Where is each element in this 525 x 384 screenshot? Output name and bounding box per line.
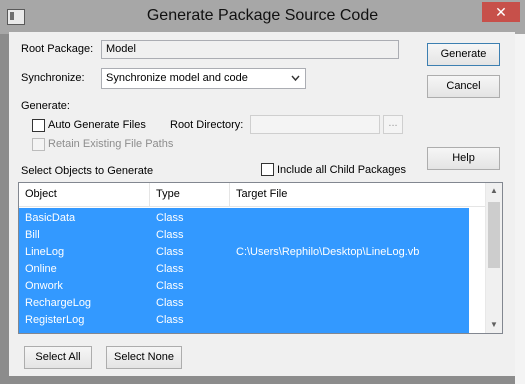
- root-package-label: Root Package:: [21, 43, 94, 55]
- auto-generate-label: Auto Generate Files: [48, 119, 146, 131]
- include-child-packages-checkbox[interactable]: [261, 163, 274, 176]
- type-cell: Class: [156, 263, 184, 275]
- object-cell: RechargeLog: [25, 297, 92, 309]
- synchronize-value: Synchronize model and code: [106, 72, 248, 84]
- column-header-target-file[interactable]: Target File: [230, 183, 486, 206]
- object-cell: Onwork: [25, 280, 63, 292]
- type-cell: Class: [156, 212, 184, 224]
- table-row[interactable]: LineLog Class C:\Users\Rephilo\Desktop\L…: [19, 244, 469, 261]
- type-cell: Class: [156, 280, 184, 292]
- synchronize-label: Synchronize:: [21, 72, 85, 84]
- table-row[interactable]: RechargeLog Class: [19, 295, 469, 312]
- object-cell: Bill: [25, 229, 40, 241]
- include-child-packages-label: Include all Child Packages: [277, 164, 407, 176]
- select-none-button[interactable]: Select None: [106, 346, 182, 369]
- table-row[interactable]: RegisterLog Class: [19, 312, 469, 329]
- root-directory-label: Root Directory:: [170, 119, 244, 131]
- close-button[interactable]: ✕: [482, 2, 520, 22]
- title-bar[interactable]: Generate Package Source Code ✕: [0, 0, 525, 34]
- chevron-down-icon[interactable]: [291, 73, 300, 85]
- target-cell: C:\Users\Rephilo\Desktop\LineLog.vb: [236, 246, 420, 258]
- select-all-button[interactable]: Select All: [24, 346, 92, 369]
- synchronize-select[interactable]: Synchronize model and code: [101, 68, 306, 89]
- generate-package-dialog: Generate Package Source Code ✕ Root Pack…: [0, 0, 525, 384]
- auto-generate-checkbox[interactable]: [32, 119, 45, 132]
- list-header: Object Type Target File: [19, 183, 486, 207]
- list-scrollbar[interactable]: ▲ ▼: [485, 183, 502, 333]
- generate-button[interactable]: Generate: [427, 43, 500, 66]
- table-row[interactable]: Onwork Class: [19, 278, 469, 295]
- scroll-up-icon[interactable]: ▲: [486, 183, 502, 199]
- object-cell: BasicData: [25, 212, 76, 224]
- background-window-edge: [515, 34, 525, 384]
- column-header-type[interactable]: Type: [150, 183, 230, 206]
- root-directory-input[interactable]: [250, 115, 380, 134]
- table-row[interactable]: Bill Class: [19, 227, 469, 244]
- scroll-down-icon[interactable]: ▼: [486, 317, 502, 333]
- browse-button[interactable]: ...: [383, 115, 403, 134]
- dialog-title: Generate Package Source Code: [146, 7, 379, 24]
- type-cell: Class: [156, 314, 184, 326]
- retain-paths-label: Retain Existing File Paths: [48, 138, 174, 150]
- object-cell: RegisterLog: [25, 314, 85, 326]
- help-button[interactable]: Help: [427, 147, 500, 170]
- scroll-thumb[interactable]: [488, 202, 500, 268]
- table-row[interactable]: Online Class: [19, 261, 469, 278]
- type-cell: Class: [156, 297, 184, 309]
- object-cell: Online: [25, 263, 57, 275]
- objects-list[interactable]: Object Type Target File BasicData Class …: [18, 182, 503, 334]
- list-rows: BasicData Class Bill Class LineLog Class…: [19, 208, 469, 333]
- retain-paths-checkbox[interactable]: [32, 138, 45, 151]
- column-header-object[interactable]: Object: [19, 183, 150, 206]
- root-package-field: Model: [101, 40, 399, 59]
- table-row[interactable]: BasicData Class: [19, 210, 469, 227]
- generate-label: Generate:: [21, 100, 70, 112]
- root-package-value: Model: [106, 43, 136, 55]
- cancel-button[interactable]: Cancel: [427, 75, 500, 98]
- object-cell: LineLog: [25, 246, 65, 258]
- type-cell: Class: [156, 246, 184, 258]
- select-objects-label: Select Objects to Generate: [21, 165, 154, 177]
- type-cell: Class: [156, 229, 184, 241]
